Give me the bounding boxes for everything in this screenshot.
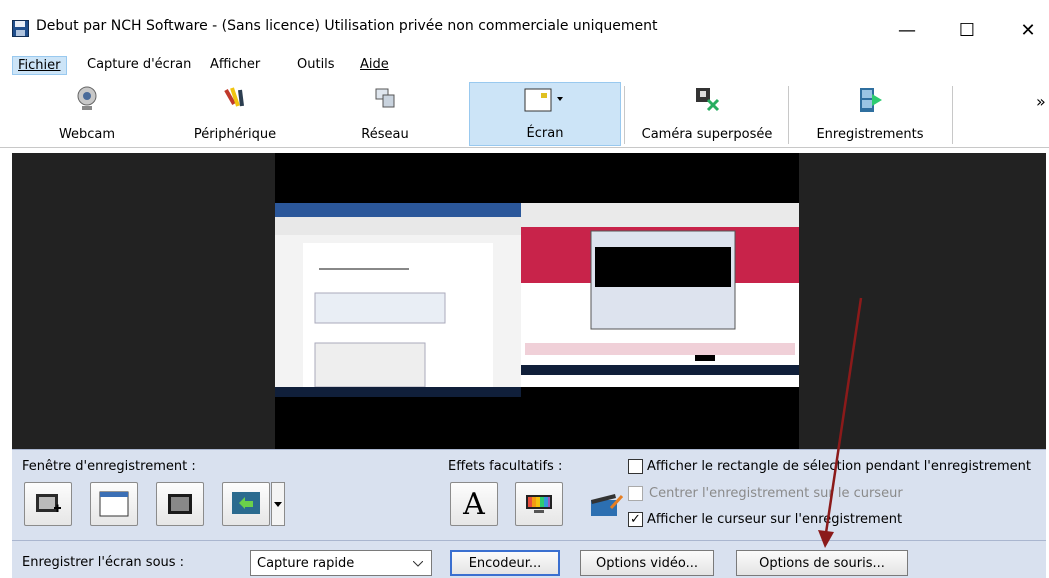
annotation-arrow	[818, 297, 863, 548]
